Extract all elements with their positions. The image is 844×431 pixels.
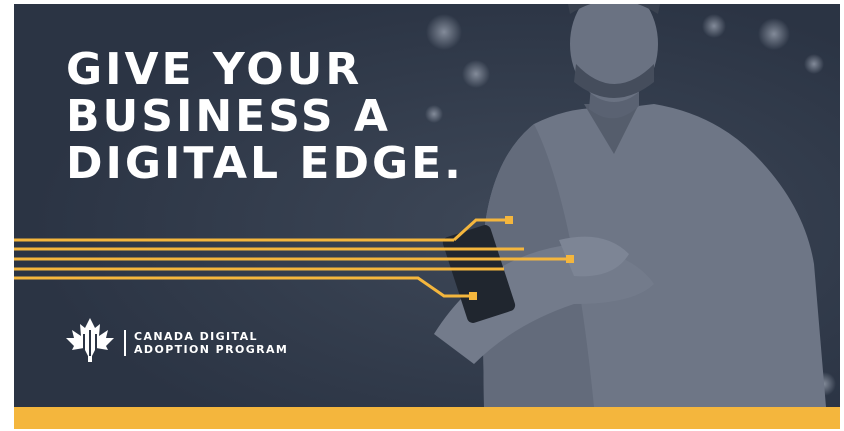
logo-divider [124,330,126,356]
headline: GIVE YOUR BUSINESS A DIGITAL EDGE. [66,46,464,187]
headline-line-3: DIGITAL EDGE. [66,138,464,189]
accent-stripe [14,407,840,429]
headline-line-1: GIVE YOUR [66,44,363,95]
program-name-line-2: ADOPTION PROGRAM [134,343,289,356]
program-name: CANADA DIGITAL ADOPTION PROGRAM [134,330,288,356]
program-logo: CANADA DIGITAL ADOPTION PROGRAM [62,316,302,364]
headline-line-2: BUSINESS A [66,91,391,142]
program-name-line-1: CANADA DIGITAL [134,330,258,343]
promo-banner: GIVE YOUR BUSINESS A DIGITAL EDGE. CANAD… [14,4,840,429]
maple-leaf-icon [66,318,114,362]
